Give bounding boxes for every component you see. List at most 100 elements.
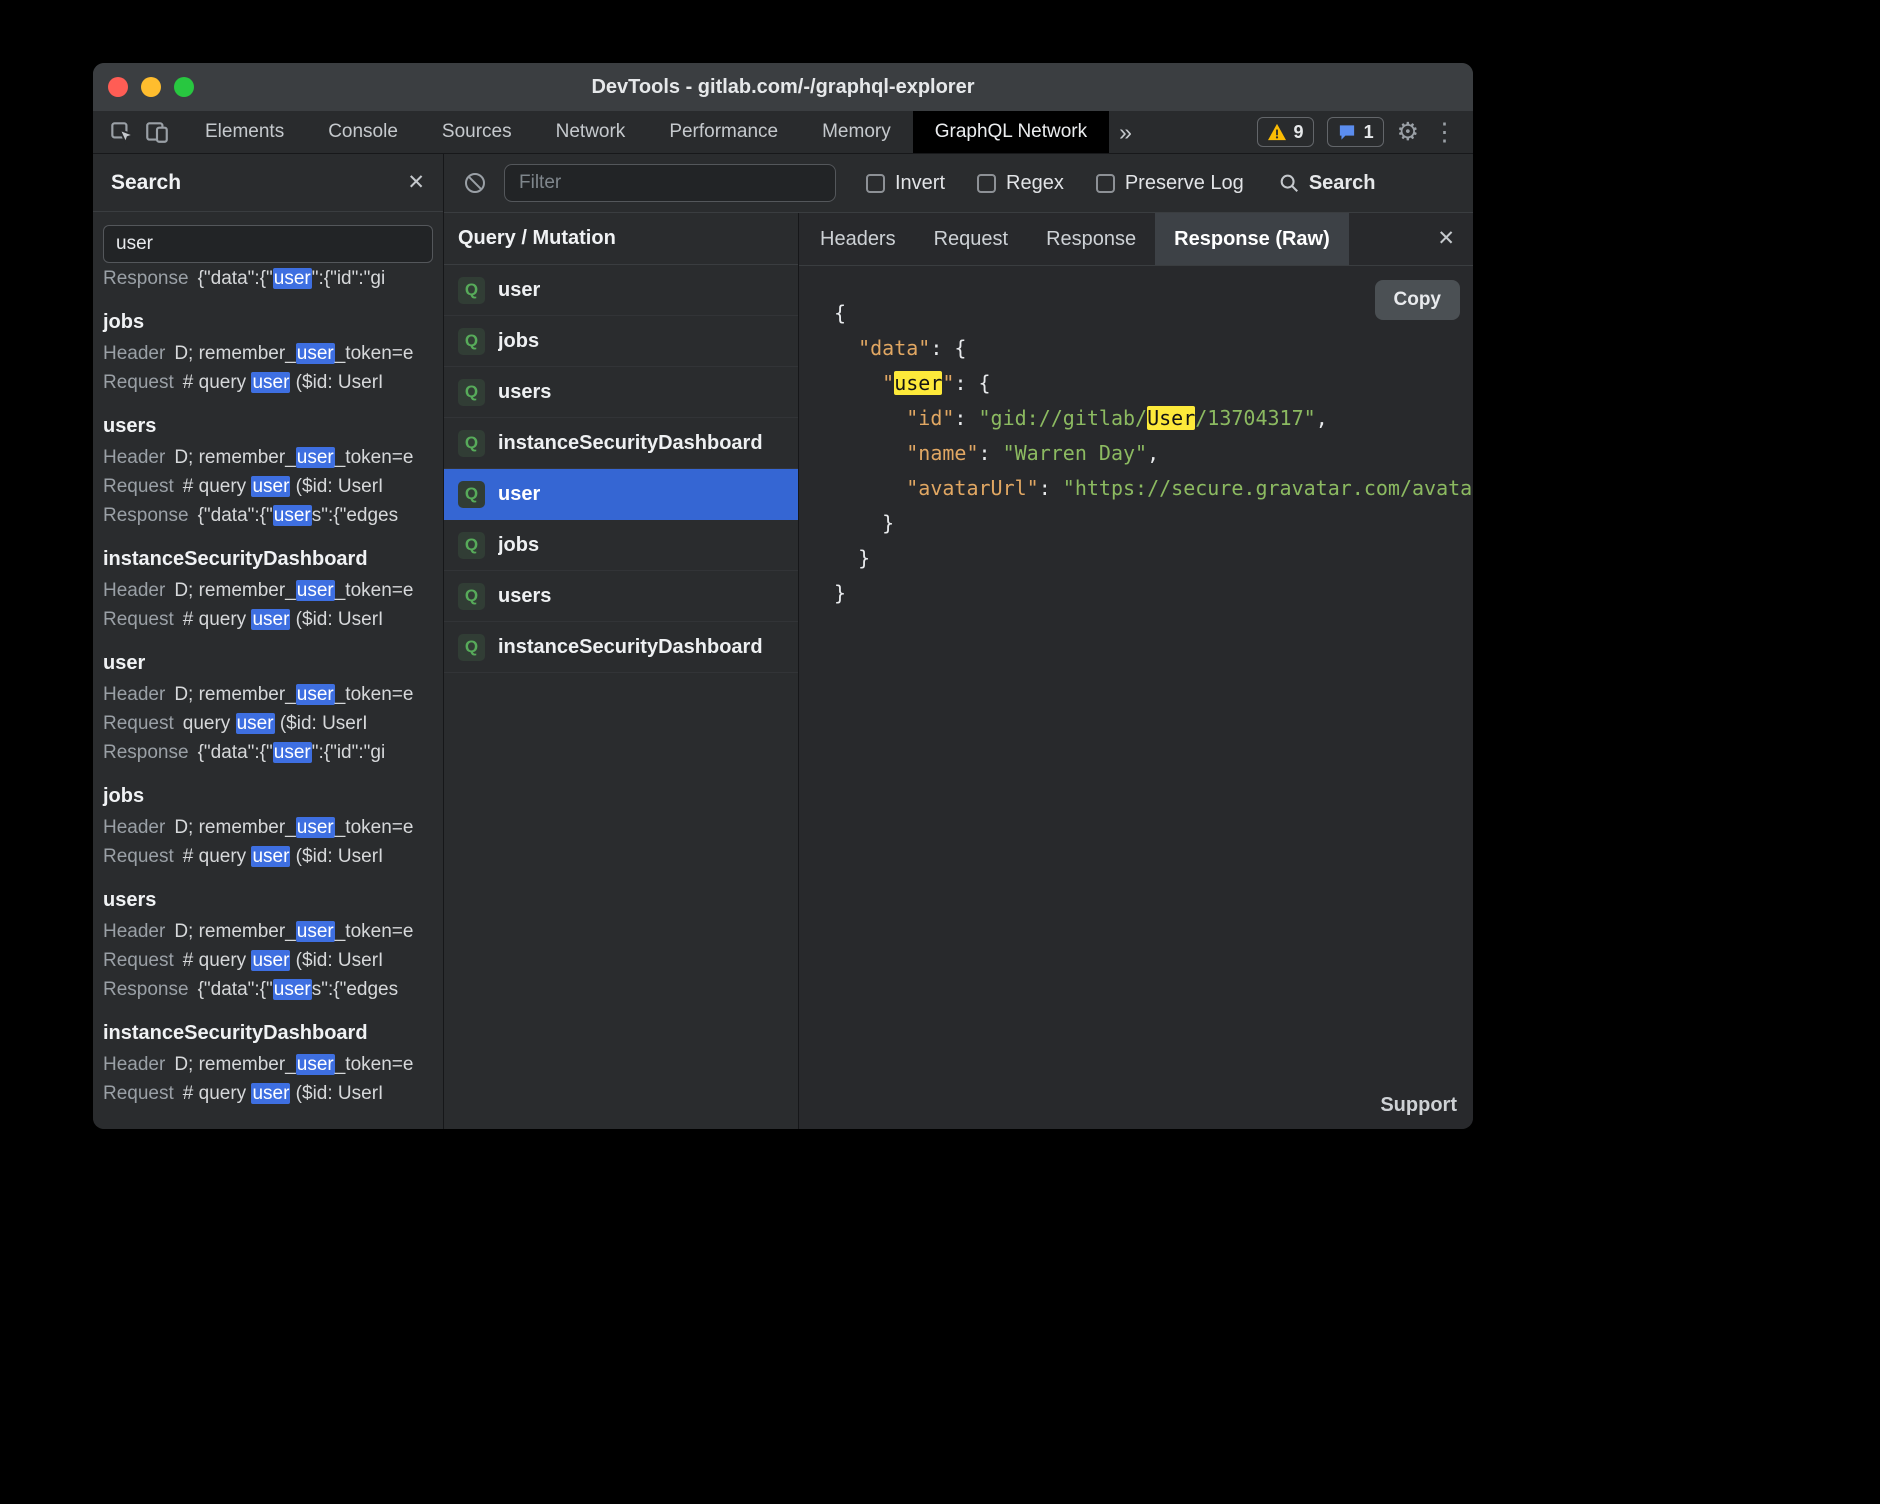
close-window-button[interactable]: [108, 77, 128, 97]
result-line-value: D; remember_user_token=e: [174, 1054, 413, 1075]
checkbox-invert[interactable]: Invert: [866, 172, 945, 195]
detail-close-icon[interactable]: ✕: [1437, 213, 1455, 265]
search-group-1-users[interactable]: usersHeaderD; remember_user_token=eReque…: [103, 411, 433, 530]
result-line-value: # query user ($id: UserI: [183, 609, 384, 630]
search-group-3-user[interactable]: userHeaderD; remember_user_token=eReques…: [103, 648, 433, 767]
query-panel-title: Query / Mutation: [458, 227, 616, 250]
result-line-value: # query user ($id: UserI: [183, 846, 384, 867]
result-request-line: Requestquery user ($id: UserI: [103, 709, 433, 738]
filter-input[interactable]: [504, 164, 836, 202]
copy-button[interactable]: Copy: [1375, 280, 1461, 320]
query-item-2-users[interactable]: Qusers: [444, 367, 798, 418]
settings-gear-icon[interactable]: ⚙: [1397, 111, 1419, 153]
result-response-line: Response{"data":{"user":{"id":"gi: [103, 268, 433, 293]
search-input[interactable]: [103, 225, 433, 263]
issues-badge[interactable]: 1: [1327, 117, 1384, 147]
result-line-value: # query user ($id: UserI: [183, 950, 384, 971]
result-request-line: Request # query user ($id: UserI: [103, 1079, 433, 1108]
result-line-label: Header: [103, 684, 165, 705]
result-line-label: Request: [103, 1083, 174, 1104]
query-item-5-jobs[interactable]: Qjobs: [444, 520, 798, 571]
detail-tab-response-raw[interactable]: Response (Raw): [1155, 213, 1349, 265]
json-match-highlight: User: [1147, 406, 1195, 430]
network-filter-bar: Invert Regex Preserve Log Search: [444, 154, 1473, 213]
zoom-window-button[interactable]: [174, 77, 194, 97]
query-type-badge: Q: [458, 583, 485, 610]
result-line-value: # query user ($id: UserI: [183, 1083, 384, 1104]
tab-memory[interactable]: Memory: [800, 111, 913, 153]
tab-elements[interactable]: Elements: [183, 111, 306, 153]
search-group-5-users[interactable]: usersHeaderD; remember_user_token=eReque…: [103, 885, 433, 1004]
result-line-label: Request: [103, 846, 174, 867]
result-line-label: Response: [103, 742, 189, 763]
more-tabs-chevron[interactable]: »: [1109, 111, 1142, 153]
warnings-badge[interactable]: 9: [1257, 117, 1314, 147]
result-line-label: Header: [103, 580, 165, 601]
result-line-value: {"data":{"users":{"edges: [198, 979, 399, 1000]
checkbox-preserve-log[interactable]: Preserve Log: [1096, 172, 1244, 195]
query-item-3-instancesecuritydashboard[interactable]: QinstanceSecurityDashboard: [444, 418, 798, 469]
query-item-4-user[interactable]: Quser: [444, 469, 798, 520]
search-group-title: jobs: [103, 781, 433, 811]
search-match-highlight: user: [251, 1083, 290, 1104]
tab-console[interactable]: Console: [306, 111, 420, 153]
search-match-highlight: user: [273, 742, 312, 763]
query-item-7-instancesecuritydashboard[interactable]: QinstanceSecurityDashboard: [444, 622, 798, 673]
support-link[interactable]: Support: [1380, 1094, 1457, 1117]
result-line-value: {"data":{"user":{"id":"gi: [198, 742, 386, 763]
search-group-2-instancesecuritydashboard[interactable]: instanceSecurityDashboardHeaderD; rememb…: [103, 544, 433, 634]
query-list: QuserQjobsQusersQinstanceSecurityDashboa…: [444, 265, 798, 1129]
search-icon: [1278, 172, 1300, 194]
detail-tab-headers[interactable]: Headers: [801, 213, 915, 265]
search-match-highlight: user: [273, 979, 312, 1000]
result-header-line: HeaderD; remember_user_token=e: [103, 1050, 433, 1079]
detail-tab-response[interactable]: Response: [1027, 213, 1155, 265]
tab-performance[interactable]: Performance: [647, 111, 800, 153]
search-toggle[interactable]: Search: [1278, 172, 1376, 195]
detail-tab-request[interactable]: Request: [915, 213, 1028, 265]
query-item-1-jobs[interactable]: Qjobs: [444, 316, 798, 367]
checkbox-regex[interactable]: Regex: [977, 172, 1064, 195]
checkbox-regex-box[interactable]: [977, 174, 996, 193]
checkbox-invert-box[interactable]: [866, 174, 885, 193]
result-header-line: HeaderD; remember_user_token=e: [103, 443, 433, 472]
result-request-line: Request# query user ($id: UserI: [103, 368, 433, 397]
inspect-element-icon[interactable]: [103, 111, 139, 153]
kebab-menu-icon[interactable]: ⋮: [1432, 111, 1457, 153]
checkbox-preserve-log-box[interactable]: [1096, 174, 1115, 193]
search-results: Response{"data":{"user":{"id":"gijobsHea…: [93, 268, 443, 1129]
checkbox-preserve-log-label: Preserve Log: [1125, 172, 1244, 195]
query-type-badge: Q: [458, 379, 485, 406]
json-viewer: { "data": { "user": { "id": "gid://gitla…: [834, 296, 1473, 611]
tab-sources[interactable]: Sources: [420, 111, 534, 153]
result-line-label: Request: [103, 476, 174, 497]
query-item-6-users[interactable]: Qusers: [444, 571, 798, 622]
tab-graphql-network[interactable]: GraphQL Network: [913, 111, 1109, 153]
message-icon: [1337, 123, 1357, 142]
result-line-label: Request: [103, 713, 174, 734]
search-match-highlight: user: [273, 268, 312, 289]
minimize-window-button[interactable]: [141, 77, 161, 97]
query-label: users: [498, 585, 551, 608]
query-type-badge: Q: [458, 430, 485, 457]
query-label: instanceSecurityDashboard: [498, 636, 763, 659]
clear-log-icon[interactable]: [458, 171, 492, 195]
search-match-highlight: user: [296, 447, 335, 468]
search-group-0-jobs[interactable]: jobsHeaderD; remember_user_token=eReques…: [103, 307, 433, 397]
search-box-wrap: [93, 212, 443, 268]
device-toolbar-icon[interactable]: [139, 111, 175, 153]
json-line: "avatarUrl": "https://secure.gravatar.co…: [834, 471, 1473, 506]
search-close-icon[interactable]: ✕: [407, 170, 425, 195]
tab-network[interactable]: Network: [534, 111, 648, 153]
result-line-value: D; remember_user_token=e: [174, 343, 413, 364]
response-detail-panel: HeadersRequestResponseResponse (Raw) ✕ C…: [799, 213, 1473, 1129]
result-line-value: # query user ($id: UserI: [183, 476, 384, 497]
result-line-label: Response: [103, 979, 189, 1000]
query-panel-header: Query / Mutation: [444, 213, 798, 265]
query-item-0-user[interactable]: Quser: [444, 265, 798, 316]
search-match-highlight: user: [296, 684, 335, 705]
warning-count: 9: [1294, 122, 1304, 143]
search-group-4-jobs[interactable]: jobsHeaderD; remember_user_token=eReques…: [103, 781, 433, 871]
search-group-title: jobs: [103, 307, 433, 337]
search-group-6-instancesecuritydashboard[interactable]: instanceSecurityDashboardHeaderD; rememb…: [103, 1018, 433, 1108]
